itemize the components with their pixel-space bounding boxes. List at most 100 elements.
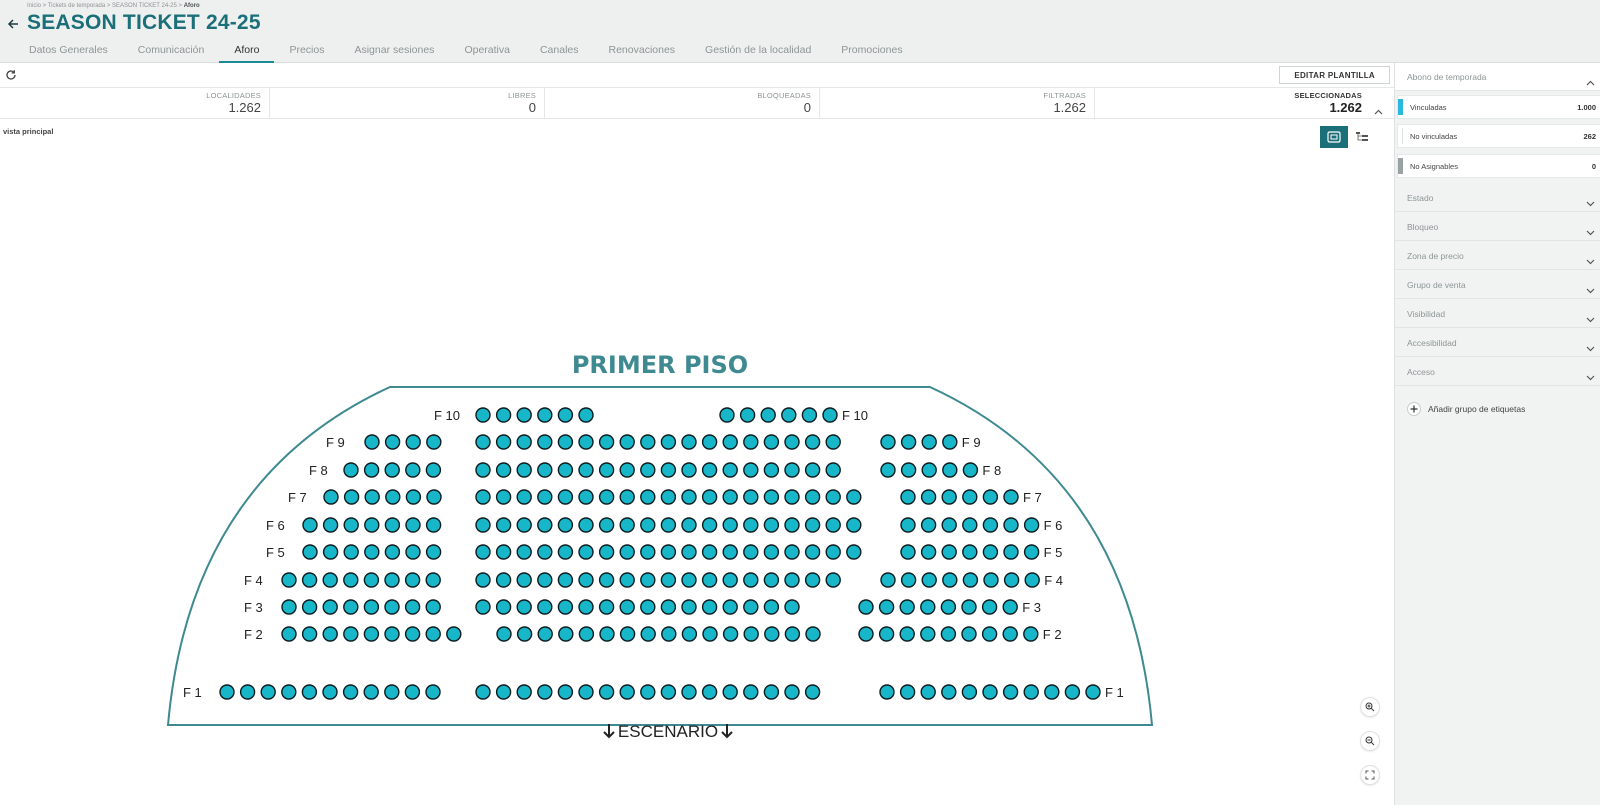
seat-map[interactable]: PRIMER PISO F 10 F 10F 9F 9F 8F 8F 7F 7F … <box>0 119 1394 805</box>
seat[interactable] <box>846 517 862 533</box>
seat[interactable] <box>942 434 958 450</box>
seat[interactable] <box>880 434 896 450</box>
seat[interactable] <box>558 626 574 642</box>
seat[interactable] <box>722 572 738 588</box>
seat[interactable] <box>878 626 895 642</box>
seat[interactable] <box>804 572 821 588</box>
seat[interactable] <box>426 434 442 450</box>
refresh-button[interactable] <box>5 68 19 82</box>
seat[interactable] <box>322 544 339 560</box>
seat[interactable] <box>763 462 780 478</box>
seat[interactable] <box>763 489 780 505</box>
seat[interactable] <box>941 489 957 505</box>
seat[interactable] <box>578 489 594 505</box>
seat[interactable] <box>722 544 738 560</box>
seat[interactable] <box>475 462 491 478</box>
seat[interactable] <box>599 626 615 642</box>
seat[interactable] <box>879 684 895 700</box>
seat[interactable] <box>743 489 759 505</box>
seat[interactable] <box>763 599 780 615</box>
seat[interactable] <box>940 599 957 615</box>
seat[interactable] <box>342 684 359 700</box>
seat[interactable] <box>660 462 677 478</box>
seat[interactable] <box>598 489 615 505</box>
seat[interactable] <box>784 434 800 450</box>
seat[interactable] <box>962 489 978 505</box>
seat[interactable] <box>495 434 512 450</box>
seat[interactable] <box>557 517 574 533</box>
seat[interactable] <box>405 517 421 533</box>
seat[interactable] <box>475 517 491 533</box>
seat[interactable] <box>763 544 780 560</box>
seat[interactable] <box>961 599 977 615</box>
seat[interactable] <box>537 599 553 615</box>
seat[interactable] <box>537 462 553 478</box>
seat[interactable] <box>516 572 532 588</box>
seat[interactable] <box>384 517 401 533</box>
seat[interactable] <box>961 626 977 642</box>
seat[interactable] <box>981 599 998 615</box>
seat[interactable] <box>405 544 421 560</box>
seat[interactable] <box>260 684 276 700</box>
seat[interactable] <box>941 544 957 560</box>
seat[interactable] <box>1002 684 1019 700</box>
seat[interactable] <box>363 626 380 642</box>
seat[interactable] <box>846 544 862 560</box>
seat[interactable] <box>301 599 318 615</box>
seat[interactable] <box>640 626 656 642</box>
seat[interactable] <box>301 572 318 588</box>
seat[interactable] <box>475 684 491 700</box>
seat[interactable] <box>962 572 979 588</box>
seat[interactable] <box>384 462 400 478</box>
seat[interactable] <box>1044 684 1060 700</box>
seat[interactable] <box>763 684 780 700</box>
seat[interactable] <box>701 489 718 505</box>
seat[interactable] <box>363 599 380 615</box>
seat[interactable] <box>739 407 756 423</box>
seat[interactable] <box>404 626 421 642</box>
seat[interactable] <box>722 517 738 533</box>
seat[interactable] <box>961 684 978 700</box>
seat[interactable] <box>495 572 512 588</box>
section-zona-precio[interactable]: Zona de precio <box>1395 241 1600 270</box>
seat[interactable] <box>899 684 916 700</box>
section-acceso[interactable]: Acceso <box>1395 357 1600 386</box>
seat[interactable] <box>404 599 421 615</box>
seat[interactable] <box>804 462 821 478</box>
seat[interactable] <box>899 626 915 642</box>
tab-aforo[interactable]: Aforo <box>219 40 275 63</box>
seat[interactable] <box>722 599 738 615</box>
seat[interactable] <box>384 684 400 700</box>
seat[interactable] <box>701 572 718 588</box>
seat[interactable] <box>343 489 360 505</box>
seat[interactable] <box>363 462 380 478</box>
seat[interactable] <box>516 626 533 642</box>
seat[interactable] <box>681 626 698 642</box>
seat[interactable] <box>281 572 297 588</box>
seat[interactable] <box>681 684 697 700</box>
seat[interactable] <box>405 462 421 478</box>
seat[interactable] <box>516 599 532 615</box>
seat[interactable] <box>475 544 491 560</box>
seat[interactable] <box>640 684 656 700</box>
seat[interactable] <box>763 517 780 533</box>
tab-renovaciones[interactable]: Renovaciones <box>594 40 691 63</box>
seat[interactable] <box>516 462 532 478</box>
seat[interactable] <box>825 572 841 588</box>
seat[interactable] <box>516 684 532 700</box>
seat[interactable] <box>640 462 656 478</box>
seat[interactable] <box>1023 626 1039 642</box>
seat[interactable] <box>804 684 821 700</box>
seat[interactable] <box>425 517 442 533</box>
seat[interactable] <box>962 462 979 478</box>
seat[interactable] <box>801 407 818 423</box>
seat[interactable] <box>405 489 422 505</box>
seat[interactable] <box>1003 517 1019 533</box>
seat[interactable] <box>302 544 318 560</box>
seat[interactable] <box>1085 684 1101 700</box>
seat[interactable] <box>619 572 635 588</box>
seat[interactable] <box>343 599 359 615</box>
seat[interactable] <box>537 407 553 423</box>
seat[interactable] <box>384 599 400 615</box>
seat[interactable] <box>495 684 512 700</box>
